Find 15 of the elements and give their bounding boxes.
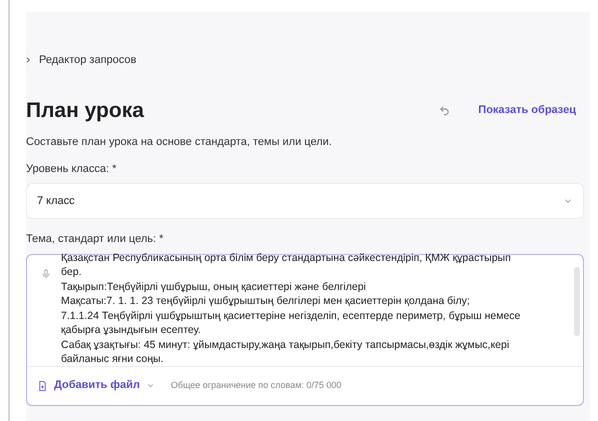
undo-icon[interactable] <box>439 104 450 116</box>
page-title: План урока <box>26 98 145 124</box>
grade-label: Уровень класса: * <box>26 162 116 174</box>
topic-label: Тема, стандарт или цель: * <box>26 233 164 245</box>
topic-textarea[interactable]: Қазақстан Республикасының орта білім беру стандартына сәйкестендіріп, ҚМЖ құрастырып бер. Тақырып:Теңбүйірлі үшбұрыш, оның қасиеттері және белгілері Мақсаты:7. 1. 1. 23 теңбүйірлі үшбұрыштың белгілері мен қасиеттерін қолдана білу; 7.1.1.24 Теңбүйірлі үшбұрыштың қасиеттеріне негізделіп, есептерде периметр, бұрыш немесе қабырға ұзындығын есептеу. Сабақ ұзақтығы: 45 минут: ұйымдастыру,жаңа тақырып,бекіту тапсырмасы,өздік жұмыс,кері байланыс яғни соңы. <box>61 250 574 366</box>
grade-select[interactable]: 7 класс <box>26 183 584 219</box>
add-file-button[interactable]: Добавить файл <box>54 377 140 394</box>
breadcrumb-link[interactable]: Редактор запросов <box>39 52 136 68</box>
show-example-link[interactable]: Показать образец <box>478 102 576 118</box>
file-icon <box>37 380 48 392</box>
microphone-icon[interactable] <box>41 268 51 280</box>
page-subtitle: Составьте план урока на основе стандарта, темы или цели. <box>26 135 333 150</box>
chevron-icon <box>26 57 31 64</box>
word-limit-text: Общее ограничение по словам: 0/75 000 <box>170 378 342 392</box>
scrollbar[interactable] <box>574 266 580 336</box>
